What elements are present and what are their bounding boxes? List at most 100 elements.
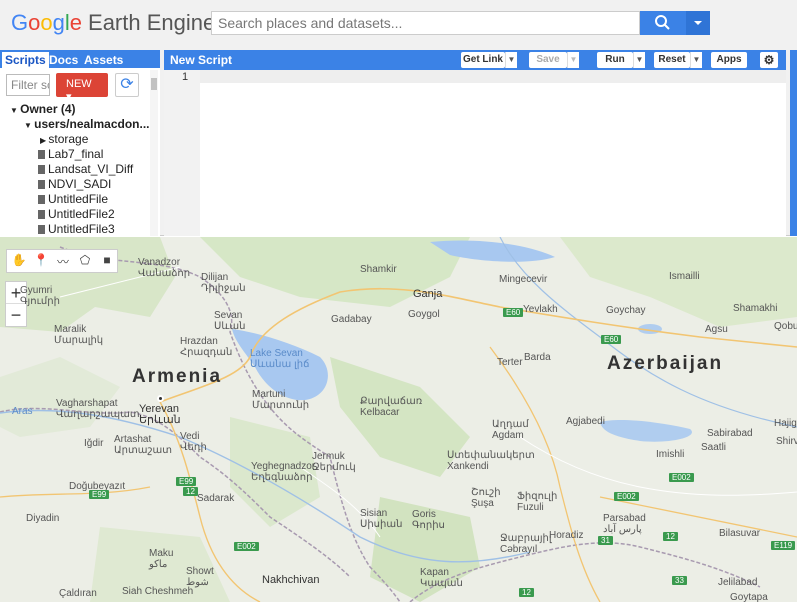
- city-label: Vagharshapat Վաղարշապատ: [56, 398, 140, 420]
- code-editor-area: Scripts Docs Assets Filter sc NEW ▾ ⟳ ▼ …: [0, 48, 797, 236]
- search-dropdown-button[interactable]: [686, 11, 710, 35]
- scripts-scrollbar[interactable]: [150, 70, 158, 236]
- city-label: Sisian Սիսիան: [360, 508, 403, 530]
- map-view[interactable]: ✋ 📍 〰 ⬠ ■ + − Armenia Azerbaijan Yerevan…: [0, 237, 797, 602]
- tree-file[interactable]: UntitledFile2: [38, 207, 115, 222]
- city-label: Artashat Արտաշատ: [114, 434, 172, 456]
- city-label: Maku ماکو: [149, 548, 174, 570]
- search-button[interactable]: [640, 11, 686, 35]
- city-label: Yeghegnadzor Եղեգնաձոր: [251, 461, 316, 483]
- city-label: Goytapa: [730, 592, 768, 602]
- polygon-icon[interactable]: ⬠: [76, 253, 94, 269]
- get-link-button[interactable]: Get Link: [461, 52, 505, 68]
- country-label: Azerbaijan: [607, 353, 724, 374]
- hand-icon[interactable]: ✋: [10, 253, 28, 269]
- city-label: Siah Cheshmeh: [122, 586, 194, 597]
- city-label: Terter: [497, 357, 523, 368]
- road-shield: 12: [663, 532, 678, 541]
- city-label: Maralik Մարալիկ: [54, 324, 104, 346]
- search-input[interactable]: Search places and datasets...: [211, 11, 640, 35]
- city-label: Shirv: [776, 436, 797, 447]
- city-label: Martuni Մարտունի: [252, 389, 310, 411]
- city-label: Hajiga: [774, 418, 797, 429]
- city-label: Gadabay: [331, 314, 372, 325]
- city-label: Yevlakh: [523, 304, 558, 315]
- city-label: Ganja: [413, 288, 443, 300]
- refresh-icon[interactable]: ⟳: [115, 73, 139, 97]
- new-button[interactable]: NEW ▾: [56, 73, 108, 103]
- city-label: Imishli: [656, 449, 685, 460]
- tab-assets[interactable]: Assets: [81, 52, 126, 68]
- city-label: Ismailli: [669, 271, 700, 282]
- tree-owner[interactable]: ▼ Owner (4): [10, 102, 75, 117]
- city-label: Agjabedi: [566, 416, 605, 427]
- city-label: Jermuk Ջերմուկ: [312, 451, 356, 473]
- save-button[interactable]: Save: [529, 52, 567, 68]
- tree-file[interactable]: UntitledFile3: [38, 222, 115, 237]
- city-label: Parsabad پارس آباد: [603, 513, 646, 535]
- tree-file[interactable]: UntitledFile: [38, 192, 108, 207]
- city-label: Vanadzor Վանաձոր: [138, 257, 191, 279]
- city-label: Horadiz: [549, 530, 584, 541]
- road-shield: E60: [503, 308, 524, 317]
- reset-dropdown[interactable]: ▼: [690, 52, 702, 68]
- city-label: Քարվաճառ Kelbacar: [360, 396, 423, 418]
- lake-label: Lake Sevan Սևանա լիճ: [250, 348, 310, 370]
- city-label: Çaldıran: [59, 588, 97, 599]
- city-label: Diyadin: [26, 513, 60, 524]
- tree-user-folder[interactable]: ▼ users/nealmacdon...: [24, 117, 150, 132]
- line-icon[interactable]: 〰: [54, 253, 72, 269]
- city-label: Gyumri Գյումրի: [20, 285, 60, 307]
- save-dropdown[interactable]: ▼: [567, 52, 579, 68]
- city-label: Շուշի Şuşa: [471, 487, 501, 509]
- city-label: Goychay: [606, 305, 646, 316]
- city-label: Sabirabad: [707, 428, 753, 439]
- road-shield: 31: [598, 536, 613, 545]
- tab-scripts[interactable]: Scripts: [2, 52, 49, 68]
- chevron-down-icon: [694, 21, 702, 25]
- road-shield: E60: [601, 335, 622, 344]
- right-panel-edge[interactable]: [790, 50, 797, 236]
- city-label: Goris Գորիս: [412, 509, 445, 531]
- logo-google: Google: [11, 10, 83, 35]
- run-button[interactable]: Run: [597, 52, 633, 68]
- tab-docs[interactable]: Docs: [46, 52, 81, 68]
- city-label: Showt شوط: [186, 566, 214, 588]
- tree-file[interactable]: Lab7_final: [38, 147, 103, 162]
- city-label: Dilijan Դիլիջան: [201, 272, 246, 294]
- script-title: New Script: [170, 53, 233, 67]
- city-label: Shamkir: [360, 264, 397, 275]
- city-label: Iğdir: [84, 438, 104, 449]
- road-shield: E002: [669, 473, 694, 482]
- get-link-dropdown[interactable]: ▼: [505, 52, 517, 68]
- road-shield: E99: [176, 477, 197, 486]
- city-label: Qobu: [774, 321, 797, 332]
- road-shield: 33: [672, 576, 687, 585]
- logo-product: Earth Engine: [88, 10, 216, 35]
- city-label: Sadarak: [197, 493, 235, 504]
- left-panel: Scripts Docs Assets Filter sc NEW ▾ ⟳ ▼ …: [0, 50, 160, 236]
- zoom-out-button[interactable]: −: [6, 304, 26, 326]
- earth-engine-logo[interactable]: Google Earth Engine: [11, 10, 215, 36]
- editor-header: New Script Get Link ▼ Save ▼ Run ▼ Reset…: [164, 50, 786, 70]
- filter-scripts-input[interactable]: Filter sc: [6, 74, 50, 96]
- tree-file[interactable]: NDVI_SADI: [38, 177, 111, 192]
- city-label: Ստեփանակերտ Xankendi: [447, 450, 535, 472]
- top-bar: Google Earth Engine Search places and dat…: [0, 0, 797, 48]
- city-label: Ֆիզուլի Fuzuli: [517, 491, 558, 513]
- code-input[interactable]: [200, 70, 786, 83]
- apps-button[interactable]: Apps: [711, 52, 747, 68]
- reset-button[interactable]: Reset: [654, 52, 690, 68]
- tree-folder-storage[interactable]: ▶ storage: [40, 132, 88, 147]
- city-label: Աղդամ Agdam: [492, 419, 529, 441]
- country-label: Armenia: [132, 366, 223, 387]
- road-shield: E002: [614, 492, 639, 501]
- rectangle-icon[interactable]: ■: [98, 253, 116, 269]
- run-dropdown[interactable]: ▼: [633, 52, 645, 68]
- city-label: Hrazdan Հրազդան: [180, 336, 233, 358]
- road-shield: E99: [89, 490, 110, 499]
- tree-file[interactable]: Landsat_VI_Diff: [38, 162, 133, 177]
- road-shield: E002: [234, 542, 259, 551]
- marker-icon[interactable]: 📍: [32, 253, 50, 269]
- gear-icon[interactable]: ⚙: [760, 52, 778, 68]
